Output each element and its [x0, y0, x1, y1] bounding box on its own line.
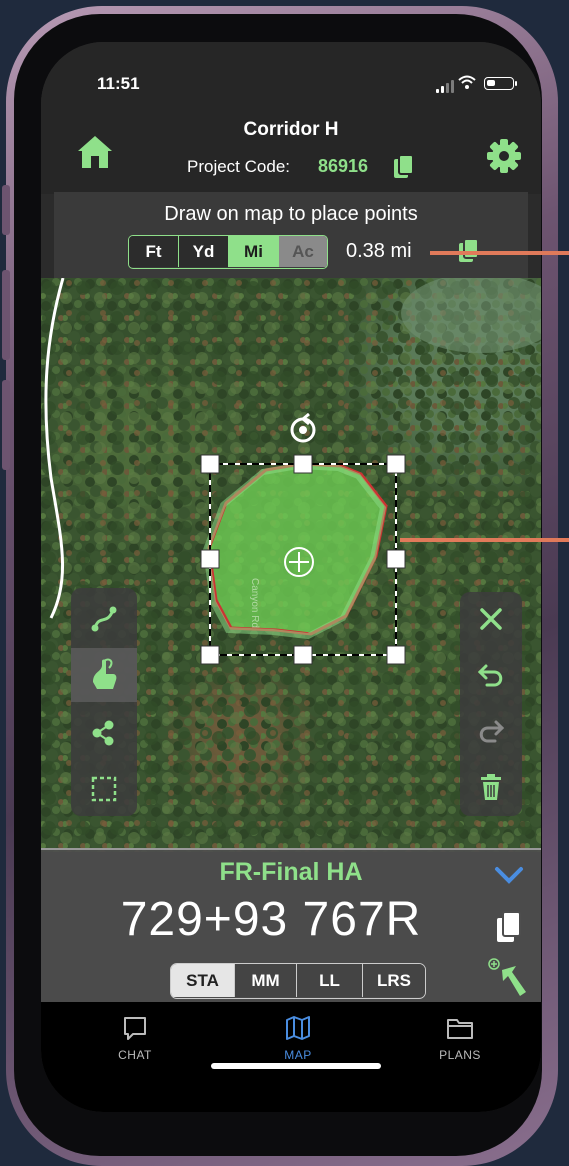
tab-plans-label: PLANS — [439, 1048, 481, 1062]
annotation-pointer — [430, 251, 569, 255]
tab-map-label: MAP — [284, 1048, 312, 1062]
battery-level — [487, 80, 495, 86]
chevron-down-icon[interactable] — [494, 866, 524, 884]
gear-icon[interactable] — [486, 138, 522, 174]
format-sta-button[interactable]: STA — [171, 964, 235, 997]
line-draw-icon — [91, 606, 117, 632]
pick-location-icon[interactable] — [486, 956, 532, 1002]
unit-ft-button[interactable]: Ft — [129, 236, 179, 267]
freehand-draw-tool[interactable] — [71, 648, 137, 702]
unit-yd-button[interactable]: Yd — [179, 236, 229, 267]
undo-icon — [477, 664, 503, 687]
app-header: Corridor H Project Code: 86916 — [41, 112, 541, 194]
measurement-value: 0.38 mi — [346, 240, 412, 262]
move-center-icon[interactable] — [284, 547, 314, 577]
line-draw-tool[interactable] — [71, 592, 137, 646]
rectangle-select-tool[interactable] — [71, 762, 137, 816]
device-mockup: 11:51 Corridor H Project Code: 86916 Dra… — [0, 0, 569, 1166]
home-indicator[interactable] — [211, 1063, 381, 1069]
chat-icon — [124, 1017, 146, 1040]
battery-icon — [484, 77, 517, 90]
trash-icon — [481, 774, 501, 800]
redo-button[interactable] — [460, 704, 522, 758]
point-draw-tool[interactable] — [71, 706, 137, 760]
station-panel: FR-Final HA 729+93 767R STA MM LL LRS — [41, 848, 541, 1003]
station-value: 729+93 767R — [120, 893, 422, 946]
unit-selector: Ft Yd Mi Ac — [128, 235, 328, 269]
redo-icon — [479, 720, 505, 743]
point-draw-icon — [92, 720, 114, 746]
format-ll-button[interactable]: LL — [297, 964, 363, 997]
volume-up-button — [2, 270, 10, 360]
close-button[interactable] — [460, 592, 522, 646]
mute-switch — [2, 185, 10, 235]
location-format-selector: STA MM LL LRS — [170, 963, 426, 999]
copy-station-icon[interactable] — [496, 910, 522, 944]
format-mm-button[interactable]: MM — [235, 964, 297, 997]
cellular-signal-icon — [436, 80, 454, 93]
draw-instruction: Draw on map to place points — [164, 203, 418, 225]
tab-chat[interactable]: CHAT — [90, 1014, 180, 1062]
annotation-pointer — [400, 538, 569, 542]
freehand-draw-icon — [93, 658, 117, 689]
rotate-handle-icon[interactable] — [290, 412, 316, 443]
unit-ac-button[interactable]: Ac — [279, 236, 327, 267]
unit-mi-button[interactable]: Mi — [229, 236, 279, 267]
tab-bar: CHAT MAP PLANS — [41, 1002, 541, 1112]
map-view[interactable]: Canyon Rd — [41, 278, 541, 852]
close-icon — [480, 608, 502, 630]
undo-button[interactable] — [460, 648, 522, 702]
project-code-value: 86916 — [318, 156, 369, 176]
map-icon — [286, 1016, 310, 1040]
format-lrs-button[interactable]: LRS — [363, 964, 425, 997]
app-screen: 11:51 Corridor H Project Code: 86916 Dra… — [41, 42, 541, 1112]
edit-tool-palette — [460, 592, 522, 816]
volume-down-button — [2, 380, 10, 470]
folder-icon — [447, 1019, 473, 1039]
page-title: Corridor H — [243, 119, 339, 140]
project-code-label: Project Code: — [187, 157, 290, 176]
status-time: 11:51 — [97, 74, 140, 93]
status-bar: 11:51 — [41, 42, 541, 122]
wifi-icon — [458, 75, 476, 89]
draw-tool-palette — [71, 588, 137, 816]
delete-button[interactable] — [460, 760, 522, 814]
tab-map[interactable]: MAP — [253, 1014, 343, 1062]
copy-icon[interactable] — [393, 154, 415, 180]
svg-text:Canyon Rd: Canyon Rd — [249, 578, 260, 628]
tab-plans[interactable]: PLANS — [415, 1014, 505, 1062]
tab-chat-label: CHAT — [118, 1048, 152, 1062]
rectangle-select-icon — [91, 776, 117, 802]
draw-banner: Draw on map to place points Ft Yd Mi Ac … — [54, 192, 528, 278]
alignment-label: FR-Final HA — [219, 858, 363, 886]
